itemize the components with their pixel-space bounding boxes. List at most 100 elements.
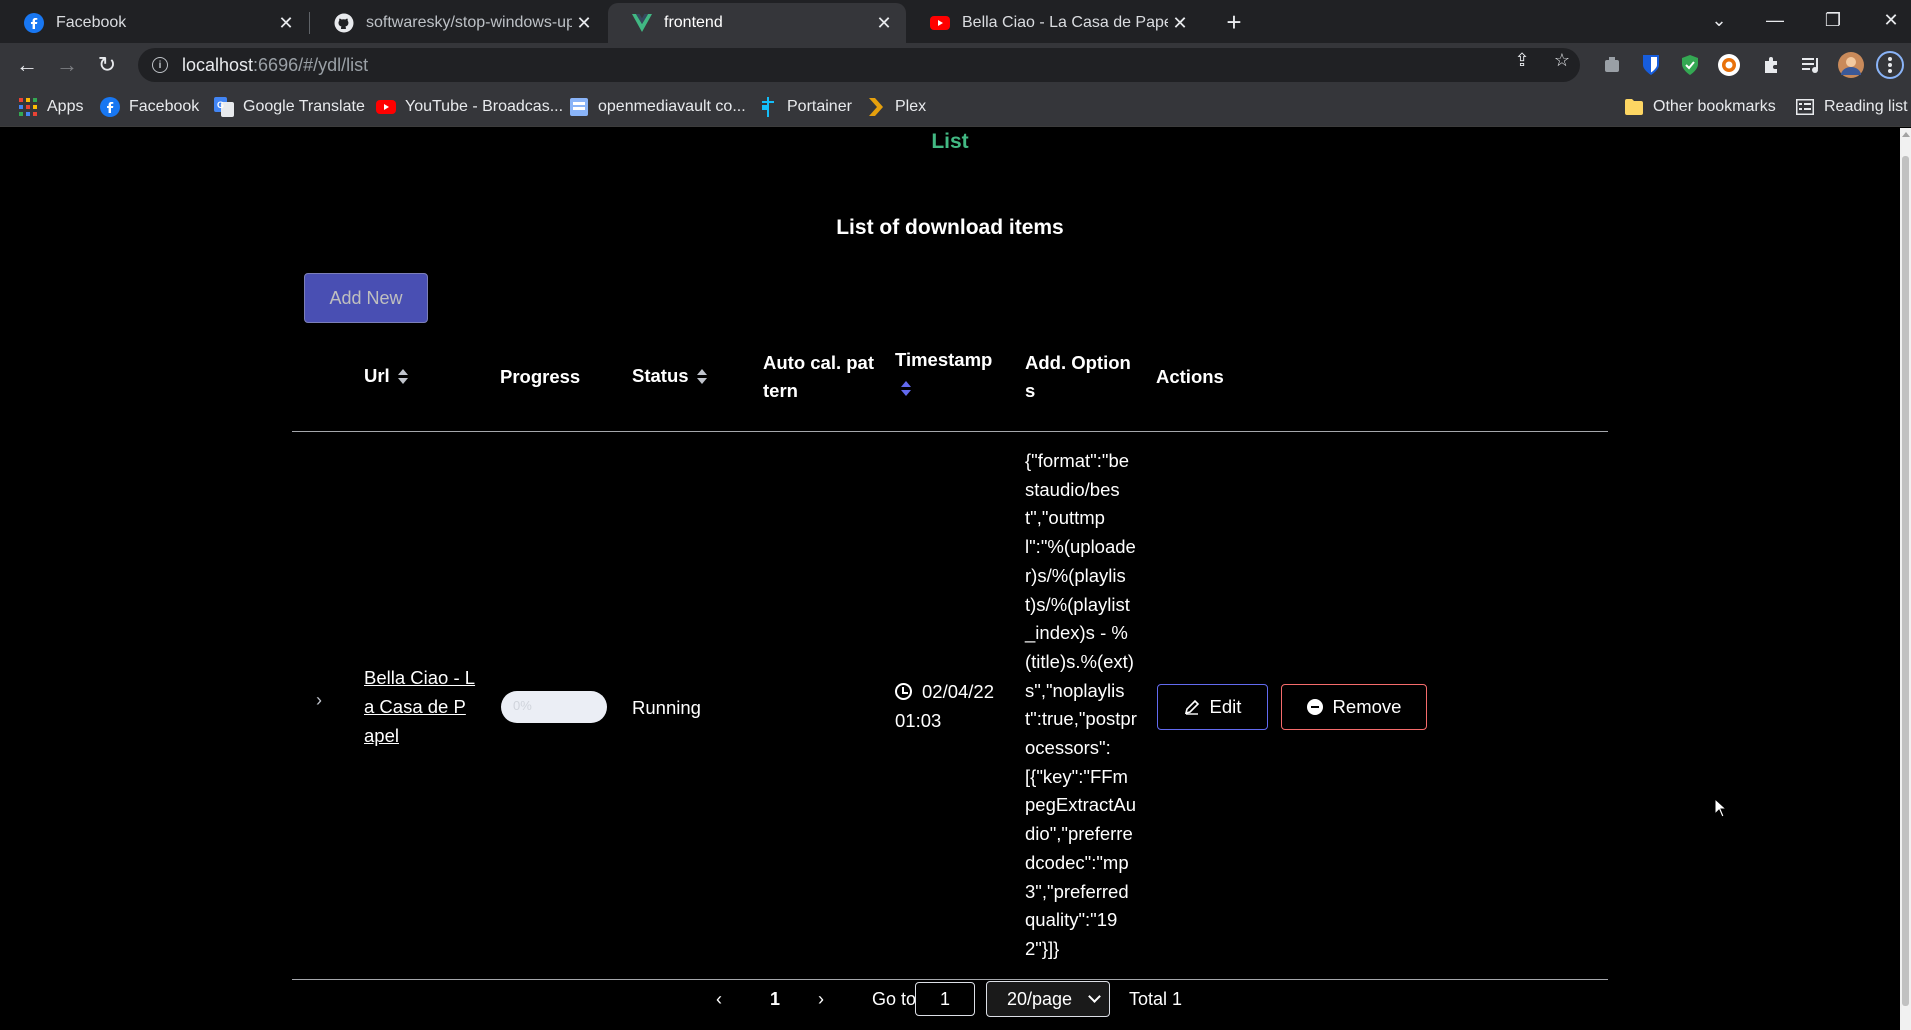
bookmark-label: Reading list [1824,98,1908,115]
edit-button[interactable]: Edit [1157,684,1268,730]
reload-icon[interactable]: ↻ [91,49,123,81]
column-header-url[interactable]: Url [364,362,408,390]
bitwarden-icon[interactable] [1637,51,1665,79]
bookmark-youtube[interactable]: YouTube - Broadcas... [376,95,563,119]
table-cell-timestamp: 02/04/22 01:03 [895,677,1013,735]
tab-title: Facebook [56,14,127,31]
bookmark-portainer[interactable]: Portainer [758,95,852,119]
bookmark-label: Facebook [129,98,200,115]
bookmarks-bar: Apps Facebook G Google Translate YouTube… [0,87,1911,127]
sort-icon[interactable] [696,369,707,385]
bookmark-facebook[interactable]: Facebook [100,95,199,119]
next-page-icon[interactable]: › [818,981,842,1017]
remove-icon [1306,699,1323,715]
folder-icon [1624,97,1644,117]
nav-list-link[interactable]: List [900,130,1000,154]
page-scrollbar[interactable] [1900,128,1911,1030]
column-header-timestamp[interactable]: Timestamp [895,346,1010,402]
shield-icon[interactable] [1676,51,1704,79]
page-content: List List of download items Add New Url … [0,128,1900,1030]
share-icon[interactable]: ⇪ [1508,46,1536,74]
header-label: Status [632,365,689,386]
close-icon[interactable]: ✕ [1168,11,1192,35]
mouse-cursor-icon [1714,797,1728,823]
column-header-add-options: Add. Options [1025,352,1131,401]
page-size-select[interactable]: 20/page [986,981,1110,1017]
header-label: Timestamp [895,349,993,370]
avatar[interactable] [1837,51,1865,79]
goto-label: Go to [872,988,917,1009]
bookmark-label: Plex [895,98,927,115]
column-header-auto-cal-pattern: Auto cal. pattern [763,352,875,401]
bookmark-google-translate[interactable]: G Google Translate [214,95,365,119]
column-header-status[interactable]: Status [632,362,707,390]
restore-icon[interactable]: ❐ [1808,0,1858,40]
scrollbar-thumb[interactable] [1902,156,1909,1006]
tab-title: Bella Ciao - La Casa de Papel - Yo [962,14,1168,31]
remove-button[interactable]: Remove [1281,684,1427,730]
pencil-icon [1184,699,1200,715]
reading-list[interactable]: Reading list [1795,95,1908,119]
bookmark-openmediavault[interactable]: openmediavault co... [569,95,746,119]
sort-icon[interactable] [397,369,408,385]
portainer-icon [758,97,778,117]
minimize-icon[interactable]: — [1750,0,1800,40]
new-tab-button[interactable]: + [1218,6,1250,38]
plex-icon [866,97,886,117]
tab-facebook[interactable]: Facebook ✕ [0,3,308,43]
close-icon[interactable]: ✕ [872,11,896,35]
expand-row-icon[interactable]: › [316,690,322,711]
goto-field [915,981,975,1017]
apps-grid-icon [18,97,38,117]
bookmark-apps[interactable]: Apps [18,95,83,119]
openmediavault-icon [569,97,589,117]
scroll-up-icon[interactable] [1902,132,1910,137]
tab-title: frontend [664,14,723,31]
youtube-icon [376,97,396,117]
add-new-button[interactable]: Add New [304,273,428,323]
row-url-link[interactable]: Bella Ciao - La Casa de Papel [364,667,475,746]
page-title: List of download items [836,216,1064,239]
bookmark-label: Portainer [787,98,852,115]
prev-page-icon[interactable]: ‹ [716,981,740,1017]
tab-search-icon[interactable]: ⌄ [1694,0,1744,40]
facebook-icon [24,13,44,33]
tab-github[interactable]: softwaresky/stop-windows-upda ✕ [310,3,606,43]
remove-label: Remove [1332,696,1402,717]
youtube-icon [930,13,950,33]
site-info-icon[interactable]: i [152,57,168,73]
column-header-progress: Progress [500,366,581,387]
address-bar[interactable]: i localhost:6696/#/ydl/list [138,48,1580,82]
menu-icon[interactable] [1876,51,1904,79]
other-bookmarks[interactable]: Other bookmarks [1624,95,1776,119]
google-translate-icon: G [214,97,234,117]
ublock-icon[interactable] [1715,51,1743,79]
tab-frontend[interactable]: frontend ✕ [608,3,906,43]
facebook-icon [100,97,120,117]
bookmark-star-icon[interactable]: ☆ [1548,46,1576,74]
extension-icon[interactable] [1598,51,1626,79]
header-label: Url [364,365,390,386]
sort-icon[interactable] [901,381,911,397]
tab-title: softwaresky/stop-windows-upda [366,14,572,31]
close-icon[interactable]: ✕ [274,11,298,35]
table-header-divider [292,431,1608,432]
url-path: :6696/#/ydl/list [253,54,369,75]
media-control-icon[interactable] [1797,51,1825,79]
vue-icon [632,13,652,33]
forward-icon[interactable]: → [51,49,83,81]
close-window-icon[interactable]: ✕ [1866,0,1911,40]
page-number[interactable]: 1 [770,981,780,1017]
extensions-puzzle-icon[interactable] [1758,51,1786,79]
goto-input[interactable] [915,982,975,1016]
back-icon[interactable]: ← [11,49,43,81]
svg-text:G: G [217,100,224,110]
tab-youtube[interactable]: Bella Ciao - La Casa de Papel - Yo ✕ [906,3,1202,43]
table-cell-url: Bella Ciao - La Casa de Papel [364,663,476,750]
page-size-dropdown[interactable]: 20/page [986,981,1110,1017]
close-icon[interactable]: ✕ [572,11,596,35]
tab-strip: Facebook ✕ softwaresky/stop-windows-upda… [0,0,1911,43]
clock-icon [895,683,912,700]
bookmark-plex[interactable]: Plex [866,95,926,119]
url-host: localhost [182,54,254,75]
